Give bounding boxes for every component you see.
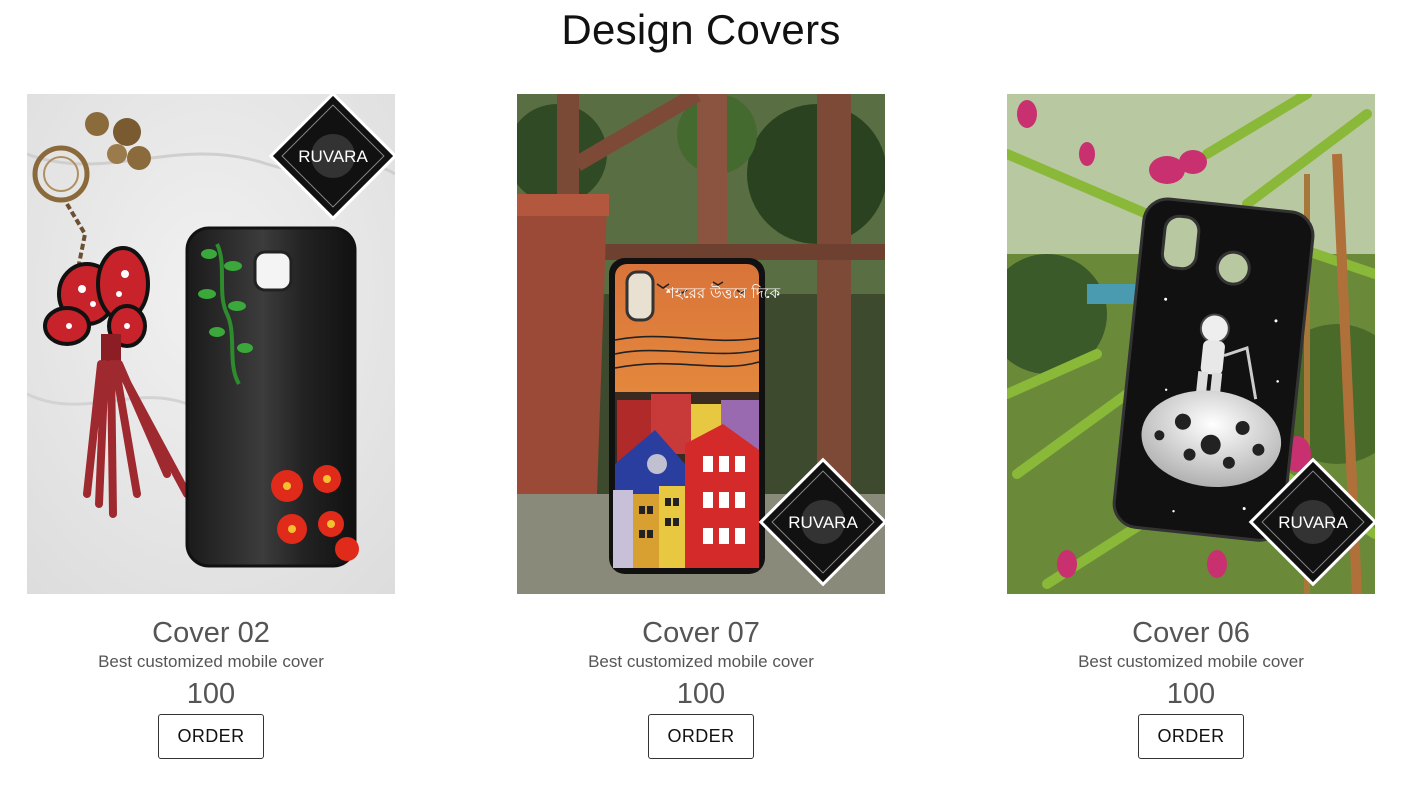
product-card-cover-06: RUVARA Cover 06 Best customized mobile c… [1007, 94, 1375, 759]
product-description: Best customized mobile cover [588, 652, 814, 671]
product-title: Cover 06 [1132, 617, 1250, 649]
page-title: Design Covers [561, 6, 841, 53]
svg-text:RUVARA: RUVARA [298, 147, 368, 166]
product-title: Cover 07 [642, 617, 760, 649]
product-price: 100 [186, 678, 236, 710]
svg-text:শহরের উত্তরে দিকে: শহরের উত্তরে দিকে [665, 284, 781, 302]
product-card-cover-07: শহরের উত্তরে দিকে RUVARA Cover 07 Best c… [517, 94, 885, 759]
product-photo[interactable]: RUVARA [27, 94, 395, 594]
product-photo[interactable]: RUVARA [1007, 94, 1375, 594]
product-card-cover-02: RUVARA Cover 02 Best customized mobile c… [27, 94, 395, 759]
product-price: 100 [676, 678, 726, 710]
order-button[interactable]: ORDER [1138, 714, 1244, 759]
product-photo[interactable]: শহরের উত্তরে দিকে RUVARA [517, 94, 885, 594]
product-description: Best customized mobile cover [1078, 652, 1304, 671]
svg-text:RUVARA: RUVARA [788, 513, 858, 532]
product-title: Cover 02 [152, 617, 270, 649]
order-button[interactable]: ORDER [648, 714, 754, 759]
order-button[interactable]: ORDER [158, 714, 264, 759]
product-description: Best customized mobile cover [98, 652, 324, 671]
svg-text:RUVARA: RUVARA [1278, 513, 1348, 532]
product-price: 100 [1166, 678, 1216, 710]
